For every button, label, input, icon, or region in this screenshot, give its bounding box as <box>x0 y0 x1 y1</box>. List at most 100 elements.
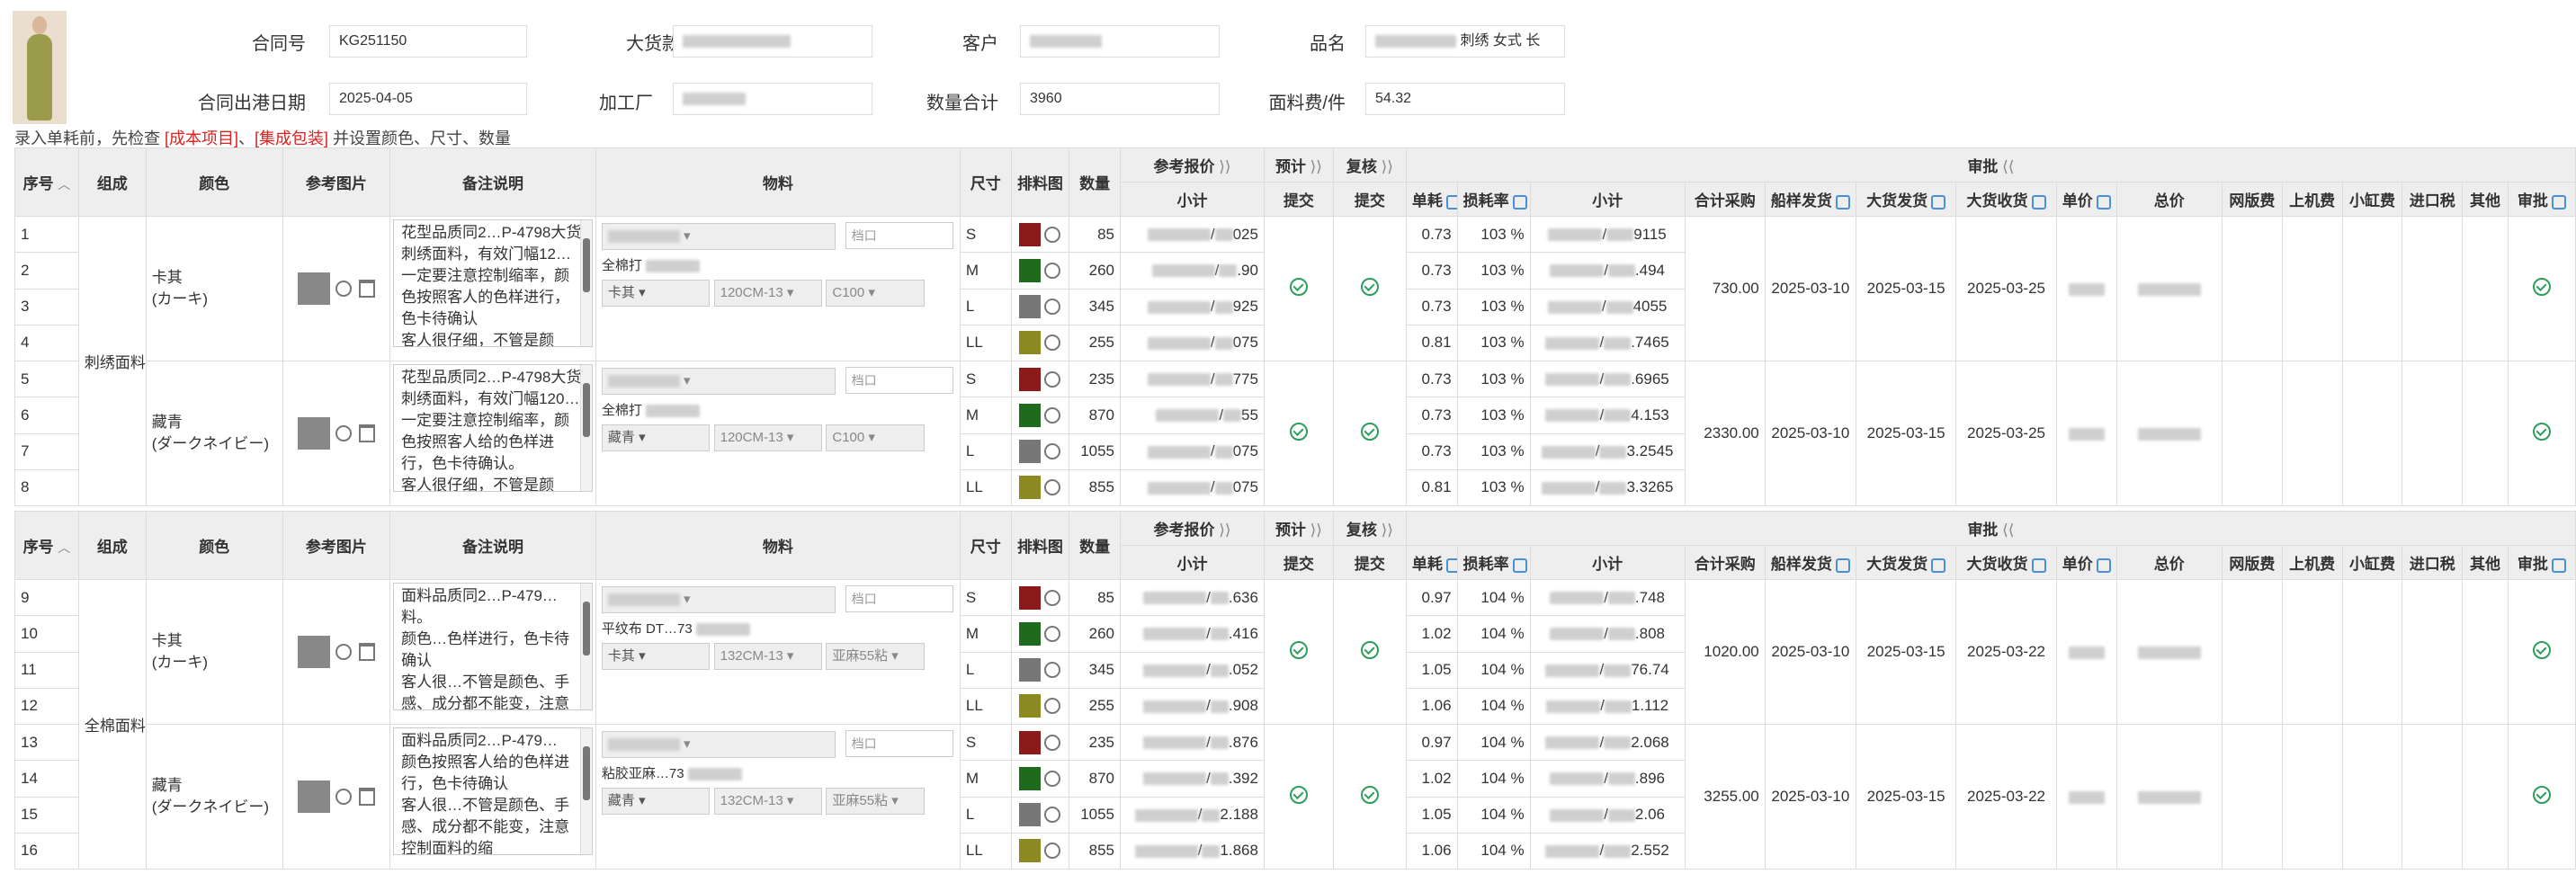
ref-image[interactable] <box>297 417 330 450</box>
ship-date-field[interactable]: 2025-04-05 <box>329 83 527 115</box>
mat-width-select[interactable]: 132CM-13 ▾ <box>713 643 822 670</box>
recheck-submit-cell[interactable] <box>1332 579 1407 725</box>
fabric-fee-field[interactable]: 54.32 <box>1365 83 1565 115</box>
bulk-style-field[interactable] <box>673 25 872 58</box>
ref-image[interactable] <box>297 272 330 305</box>
ref-quote-header[interactable]: 参考报价 ⟩⟩ <box>1120 511 1265 546</box>
mat-width-select[interactable]: 120CM-13 ▾ <box>713 424 822 451</box>
approve-header[interactable]: 审批 ⟨⟨ <box>1405 147 2576 183</box>
bulk-receive-cell[interactable]: 2025-03-22 <box>1955 724 2057 870</box>
mat-spec-select[interactable]: C100 ▾ <box>826 280 926 307</box>
loss-rate-cell[interactable]: 103 % <box>1456 288 1531 326</box>
unit-price-cell[interactable] <box>2055 579 2117 725</box>
edit-icon[interactable] <box>2031 194 2046 210</box>
loss-rate-cell[interactable]: 104 % <box>1456 760 1531 798</box>
marker-swatch[interactable] <box>1019 658 1042 682</box>
loss-rate-cell[interactable]: 103 % <box>1456 433 1531 470</box>
mat-spec-select[interactable]: 亚麻55粘 ▾ <box>826 788 926 815</box>
bulk-receive-cell[interactable]: 2025-03-25 <box>1955 216 2057 361</box>
marker-swatch[interactable] <box>1019 440 1042 464</box>
zoom-icon[interactable] <box>1044 479 1061 496</box>
unit-use-cell[interactable]: 1.05 <box>1405 796 1458 834</box>
mat-spec-select[interactable]: C100 ▾ <box>826 424 926 451</box>
fee-cell[interactable] <box>2402 361 2464 506</box>
ref-quote-header[interactable]: 参考报价 ⟩⟩ <box>1120 147 1265 183</box>
marker-swatch[interactable] <box>1019 694 1042 718</box>
material-select[interactable]: ▾ <box>601 368 836 395</box>
factory-field[interactable] <box>673 83 872 115</box>
fee-cell[interactable] <box>2221 361 2283 506</box>
marker-swatch[interactable] <box>1019 621 1042 646</box>
material-code-input[interactable]: 档口 <box>845 585 953 612</box>
approve-cell[interactable] <box>2507 724 2576 870</box>
unit-use-cell[interactable]: 0.81 <box>1405 324 1458 362</box>
fee-cell[interactable] <box>2281 361 2343 506</box>
estimate-submit-cell[interactable] <box>1263 361 1334 506</box>
marker-swatch[interactable] <box>1019 585 1042 610</box>
sort-icon[interactable]: ︿ <box>58 177 70 192</box>
fee-cell[interactable] <box>2462 724 2509 870</box>
refresh-icon[interactable] <box>1445 557 1457 573</box>
estimate-submit-cell[interactable] <box>1263 579 1334 725</box>
expand-icon[interactable]: ⟩⟩ <box>1310 522 1322 539</box>
recheck-header[interactable]: 复核 ⟩⟩ <box>1332 511 1407 546</box>
loss-rate-cell[interactable]: 103 % <box>1456 215 1531 254</box>
expand-icon[interactable]: ⟩⟩ <box>1219 522 1230 539</box>
material-code-input[interactable]: 档口 <box>845 222 953 249</box>
qty-total-field[interactable]: 3960 <box>1020 83 1220 115</box>
fee-cell[interactable] <box>2462 361 2509 506</box>
remark-textarea[interactable]: 花型品质同2…P-4798大货刺绣面料，有效门幅120…一定要注意控制缩率，颜色… <box>393 364 593 492</box>
marker-swatch[interactable] <box>1019 403 1042 427</box>
expand-icon[interactable]: ⟩⟩ <box>1310 158 1322 175</box>
unit-use-cell[interactable]: 1.02 <box>1405 760 1458 798</box>
seq-header[interactable]: 序号 ︿ <box>14 511 79 580</box>
unit-price-cell[interactable] <box>2055 724 2117 870</box>
loss-rate-cell[interactable]: 103 % <box>1456 360 1531 398</box>
remark-textarea[interactable]: 面料品质同2…P-479…料。 颜色…色样进行，色卡待确认 客人很…不管是颜色、… <box>393 583 593 710</box>
seq-header[interactable]: 序号 ︿ <box>14 147 79 217</box>
zoom-icon[interactable] <box>335 644 352 660</box>
edit-icon[interactable] <box>2551 194 2566 210</box>
zoom-icon[interactable] <box>1044 370 1061 388</box>
zoom-icon[interactable] <box>335 789 352 805</box>
bulk-receive-cell[interactable]: 2025-03-22 <box>1955 579 2057 725</box>
ref-image[interactable] <box>297 636 330 668</box>
bulk-ship-cell[interactable]: 2025-03-15 <box>1855 724 1957 870</box>
zoom-icon[interactable] <box>1044 299 1061 316</box>
edit-icon[interactable] <box>2551 557 2566 573</box>
zoom-icon[interactable] <box>1044 589 1061 606</box>
unit-use-cell[interactable]: 0.73 <box>1405 288 1458 326</box>
fee-cell[interactable] <box>2281 724 2343 870</box>
sample-ship-cell[interactable]: 2025-03-10 <box>1764 579 1856 725</box>
marker-swatch[interactable] <box>1019 730 1042 754</box>
marker-swatch[interactable] <box>1019 367 1042 391</box>
collapse-icon[interactable]: ⟨⟨ <box>2002 158 2014 175</box>
zoom-icon[interactable] <box>335 281 352 297</box>
loss-rate-cell[interactable]: 104 % <box>1456 615 1531 653</box>
unit-use-cell[interactable]: 0.73 <box>1405 215 1458 254</box>
expand-icon[interactable]: ⟩⟩ <box>1219 158 1230 175</box>
unit-use-cell[interactable]: 0.73 <box>1405 433 1458 470</box>
estimate-submit-cell[interactable] <box>1263 724 1334 870</box>
material-select[interactable]: ▾ <box>601 731 836 758</box>
unit-use-cell[interactable]: 1.05 <box>1405 651 1458 689</box>
edit-icon[interactable] <box>1835 194 1850 210</box>
unit-price-cell[interactable] <box>2055 216 2117 361</box>
marker-swatch[interactable] <box>1019 839 1042 863</box>
unit-use-cell[interactable]: 1.06 <box>1405 687 1458 726</box>
edit-icon[interactable] <box>2096 557 2111 573</box>
zoom-icon[interactable] <box>1044 443 1061 460</box>
approve-cell[interactable] <box>2507 361 2576 506</box>
marker-swatch[interactable] <box>1019 258 1042 282</box>
refresh-icon[interactable] <box>1512 557 1527 573</box>
fee-cell[interactable] <box>2221 579 2283 725</box>
estimate-header[interactable]: 预计 ⟩⟩ <box>1263 511 1334 546</box>
material-code-input[interactable]: 档口 <box>845 367 953 394</box>
zoom-icon[interactable] <box>1044 843 1061 860</box>
recheck-submit-cell[interactable] <box>1332 216 1407 361</box>
fee-cell[interactable] <box>2402 216 2464 361</box>
loss-rate-cell[interactable]: 104 % <box>1456 578 1531 617</box>
sort-icon[interactable]: ︿ <box>58 540 70 555</box>
unit-use-cell[interactable]: 0.73 <box>1405 360 1458 398</box>
unit-price-cell[interactable] <box>2055 361 2117 506</box>
